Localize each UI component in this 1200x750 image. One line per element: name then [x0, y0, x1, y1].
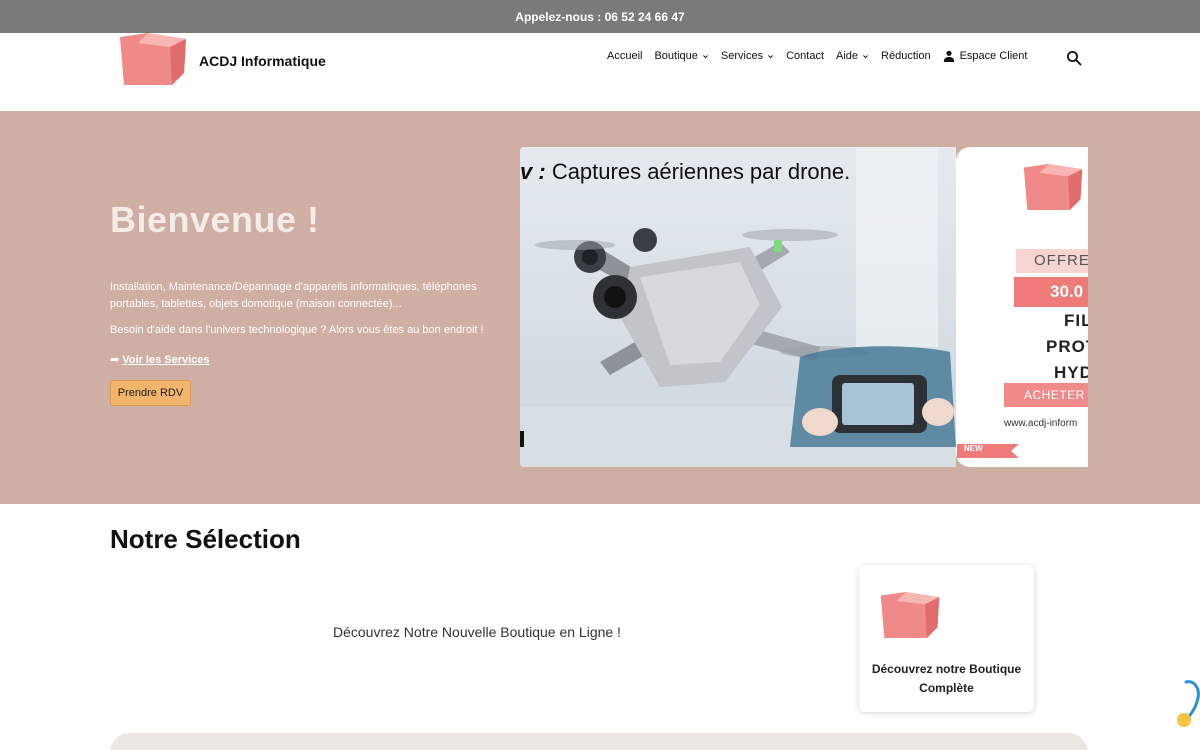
nav-label: Boutique [654, 50, 698, 62]
slide-caption: v : Captures aériennes par drone. [520, 159, 850, 185]
nav-item-accueil[interactable]: Accueil [607, 50, 642, 62]
voir-services-link[interactable]: Voir les Services [122, 354, 209, 366]
hero-title: Bienvenue ! [110, 199, 320, 240]
nav-item-services[interactable]: Services [721, 50, 774, 62]
search-icon[interactable] [1066, 50, 1082, 66]
nav-label: Aide [836, 50, 859, 62]
carousel-slide-offer[interactable]: OFFRE 30.0 FIL PROT HYD ACHETER www.acdj… [956, 147, 1088, 467]
nav-label: Accueil [607, 50, 643, 62]
top-announcement-bar: Appelez-nous : 06 52 24 66 47 [0, 0, 1200, 33]
main-nav: Accueil Boutique Services Contact Aide R… [607, 50, 1039, 62]
offer-price: 30.0 [1014, 277, 1088, 307]
chat-widget-icon[interactable] [1172, 676, 1200, 730]
prendre-rdv-button[interactable]: Prendre RDV [110, 380, 191, 406]
boutique-card-label: Découvrez notre Boutique Complète [871, 662, 1022, 695]
nav-label: Espace Client [959, 50, 1028, 62]
brand-name[interactable]: ACDJ Informatique [199, 53, 326, 69]
acheter-button[interactable]: ACHETER [1004, 383, 1088, 407]
nav-item-contact[interactable]: Contact [786, 50, 824, 62]
section-title: Notre Sélection [110, 524, 301, 554]
nav-label: Contact [786, 50, 825, 62]
nav-item-reduction[interactable]: Réduction [881, 50, 931, 62]
nav-label: Services [720, 50, 764, 62]
boutique-card[interactable]: Découvrez notre Boutique Complète [859, 565, 1034, 712]
offer-line: FIL [1064, 311, 1088, 330]
nav-item-aide[interactable]: Aide [836, 50, 869, 62]
arrow-right-icon: ➡ [110, 354, 120, 366]
site-header: ACDJ Informatique Accueil Boutique Servi… [0, 33, 1200, 111]
hero-tagline: Besoin d'aide dans l'univers technologiq… [110, 324, 484, 336]
brand-logo-icon [1023, 163, 1083, 211]
chevron-down-icon [863, 54, 868, 58]
nav-item-boutique[interactable]: Boutique [654, 50, 708, 62]
user-icon [943, 50, 954, 62]
brand-logo-icon[interactable] [118, 33, 188, 85]
next-section-edge [110, 733, 1088, 750]
hero-description: Installation, Maintenance/Dépannage d'ap… [110, 281, 477, 310]
offer-banner: OFFRE [1016, 249, 1088, 273]
carousel-slide-drone[interactable]: v : Captures aériennes par drone. [520, 147, 956, 467]
offer-url: www.acdj-inform [1004, 418, 1078, 429]
new-badge: NEW [964, 444, 983, 453]
brand-logo-icon [880, 591, 940, 639]
nav-item-espace-client[interactable]: Espace Client [943, 50, 1028, 62]
phone-announcement: Appelez-nous : 06 52 24 66 47 [515, 9, 685, 24]
hero-section: Bienvenue ! Installation, Maintenance/Dé… [0, 111, 1200, 504]
offer-line: PROT [1046, 337, 1088, 356]
services-link-row: ➡ Voir les Services [110, 353, 210, 366]
slide-caption-cut: v : [520, 159, 546, 184]
boutique-promo-text: Découvrez Notre Nouvelle Boutique en Lig… [333, 624, 621, 640]
chevron-down-icon [702, 54, 708, 58]
slide-caption-text: Captures aériennes par drone. [551, 159, 851, 184]
drone-photo [520, 147, 956, 467]
offer-line: HYD [1054, 363, 1088, 382]
chevron-down-icon [768, 54, 774, 58]
nav-label: Réduction [881, 50, 931, 62]
